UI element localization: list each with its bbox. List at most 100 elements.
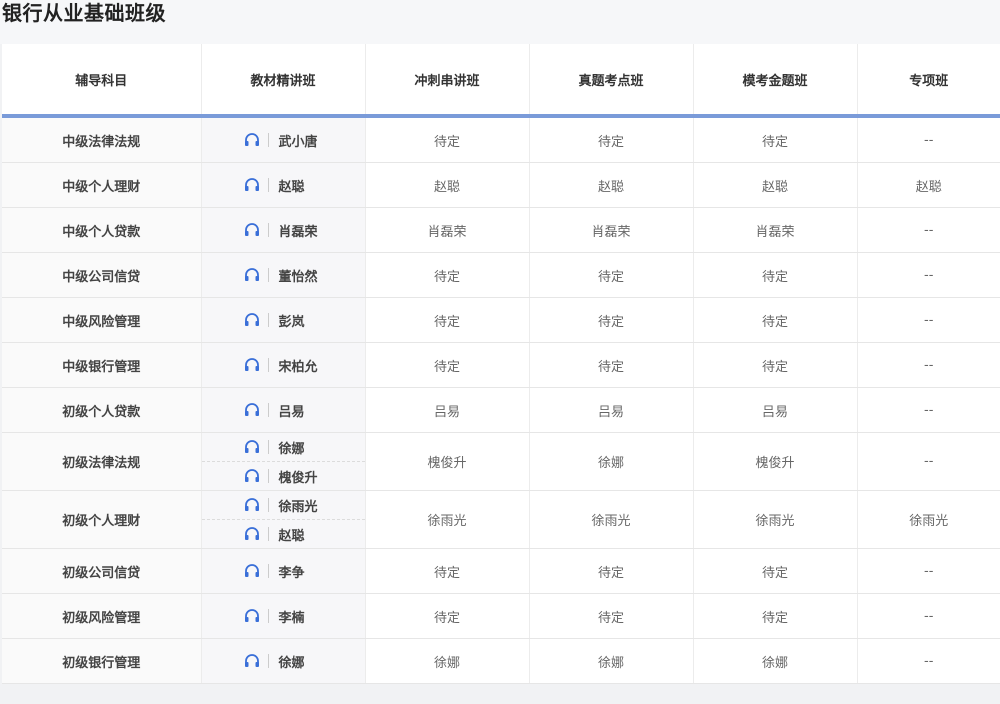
sprint-class-cell: 待定 bbox=[365, 252, 530, 298]
subject-cell: 中级风险管理 bbox=[2, 297, 202, 343]
teacher-name: 宋柏允 bbox=[278, 359, 318, 375]
headphones-icon[interactable] bbox=[244, 223, 260, 237]
mock-class-cell: 待定 bbox=[693, 252, 858, 298]
sprint-class-cell: 徐娜 bbox=[365, 638, 530, 684]
table-body: 中级法律法规 武小唐 待定 待定 待定 -- 中级个人理财 赵聪 赵聪 赵聪 赵聪 赵聪 中级个人贷款肖… bbox=[2, 116, 1000, 684]
special-class-cell: -- bbox=[857, 548, 1000, 594]
textbook-teacher-cell: 李楠 bbox=[201, 593, 366, 639]
divider bbox=[267, 133, 269, 147]
mock-class-cell: 肖磊荣 bbox=[693, 207, 858, 253]
sprint-class-cell: 待定 bbox=[365, 116, 530, 163]
teacher-entry[interactable]: 槐俊升 bbox=[201, 461, 365, 490]
sprint-class-cell: 待定 bbox=[365, 593, 530, 639]
table-row: 中级个人理财 赵聪 赵聪 赵聪 赵聪 赵聪 bbox=[2, 162, 1000, 208]
header-textbook-class: 教材精讲班 bbox=[201, 44, 366, 118]
divider bbox=[267, 403, 269, 417]
special-class-cell: -- bbox=[857, 252, 1000, 298]
special-class-cell: 赵聪 bbox=[857, 162, 1000, 208]
teacher-entry[interactable]: 徐雨光 bbox=[202, 491, 365, 519]
teacher-name: 槐俊升 bbox=[278, 470, 318, 486]
headphones-icon[interactable] bbox=[244, 358, 260, 372]
sprint-class-cell: 待定 bbox=[365, 548, 530, 594]
teacher-entry[interactable]: 李争 bbox=[202, 549, 365, 593]
headphones-icon[interactable] bbox=[244, 527, 260, 541]
table-row: 中级风险管理 彭岚 待定 待定 待定 -- bbox=[2, 297, 1000, 343]
sprint-class-cell: 肖磊荣 bbox=[365, 207, 530, 253]
page-title: 银行从业基础班级 bbox=[2, 1, 166, 25]
teacher-entry[interactable]: 宋柏允 bbox=[202, 343, 365, 387]
table-row: 初级风险管理 李楠 待定 待定 待定 -- bbox=[2, 593, 1000, 639]
exam-class-cell: 待定 bbox=[529, 548, 694, 594]
sprint-class-cell: 赵聪 bbox=[365, 162, 530, 208]
headphones-icon[interactable] bbox=[244, 498, 260, 512]
divider bbox=[267, 498, 269, 512]
mock-class-cell: 待定 bbox=[693, 342, 858, 388]
subject-cell: 初级公司信贷 bbox=[2, 548, 202, 594]
exam-class-cell: 徐雨光 bbox=[529, 490, 694, 549]
textbook-teacher-cell: 武小唐 bbox=[201, 116, 366, 163]
title-bar: 银行从业基础班级 bbox=[0, 0, 1000, 44]
class-schedule-table-container: 辅导科目 教材精讲班 冲刺串讲班 真题考点班 模考金题班 专项班 中级法律法规 武… bbox=[2, 44, 1000, 684]
sprint-class-cell: 槐俊升 bbox=[365, 432, 530, 491]
subject-cell: 初级个人贷款 bbox=[2, 387, 202, 433]
exam-class-cell: 待定 bbox=[529, 593, 694, 639]
header-subject: 辅导科目 bbox=[2, 44, 202, 118]
divider bbox=[267, 223, 269, 237]
special-class-cell: -- bbox=[857, 342, 1000, 388]
teacher-entry[interactable]: 吕易 bbox=[202, 388, 365, 432]
subject-cell: 中级银行管理 bbox=[2, 342, 202, 388]
textbook-teacher-cell: 李争 bbox=[201, 548, 366, 594]
teacher-entry[interactable]: 徐娜 bbox=[202, 639, 365, 683]
teacher-name: 武小唐 bbox=[278, 134, 318, 150]
headphones-icon[interactable] bbox=[244, 564, 260, 578]
divider bbox=[267, 358, 269, 372]
headphones-icon[interactable] bbox=[244, 313, 260, 327]
exam-class-cell: 待定 bbox=[529, 116, 694, 163]
teacher-entry[interactable]: 赵聪 bbox=[201, 519, 365, 548]
teacher-entry[interactable]: 李楠 bbox=[202, 594, 365, 638]
headphones-icon[interactable] bbox=[244, 178, 260, 192]
headphones-icon[interactable] bbox=[244, 469, 260, 483]
special-class-cell: -- bbox=[857, 297, 1000, 343]
textbook-teacher-cell: 徐娜 bbox=[201, 638, 366, 684]
teacher-name: 赵聪 bbox=[278, 179, 305, 195]
table-row: 初级个人理财 徐雨光 赵聪 徐雨光 徐雨光 徐雨光 徐雨光 bbox=[2, 490, 1000, 549]
teacher-name: 李争 bbox=[278, 565, 305, 581]
teacher-entry[interactable]: 彭岚 bbox=[202, 298, 365, 342]
mock-class-cell: 槐俊升 bbox=[693, 432, 858, 491]
mock-class-cell: 吕易 bbox=[693, 387, 858, 433]
table-row: 初级银行管理 徐娜 徐娜 徐娜 徐娜 -- bbox=[2, 638, 1000, 684]
special-class-cell: -- bbox=[857, 207, 1000, 253]
subject-cell: 中级个人贷款 bbox=[2, 207, 202, 253]
divider bbox=[267, 564, 269, 578]
subject-cell: 中级法律法规 bbox=[2, 116, 202, 163]
textbook-teacher-cell: 徐娜槐俊升 bbox=[201, 432, 366, 491]
headphones-icon[interactable] bbox=[244, 133, 260, 147]
teacher-entry[interactable]: 武小唐 bbox=[202, 118, 365, 162]
special-class-cell: -- bbox=[857, 432, 1000, 491]
teacher-entry[interactable]: 徐娜 bbox=[202, 433, 365, 461]
headphones-icon[interactable] bbox=[244, 268, 260, 282]
mock-class-cell: 待定 bbox=[693, 548, 858, 594]
exam-class-cell: 待定 bbox=[529, 252, 694, 298]
headphones-icon[interactable] bbox=[244, 654, 260, 668]
table-row: 中级银行管理 宋柏允 待定 待定 待定 -- bbox=[2, 342, 1000, 388]
table-row: 中级法律法规 武小唐 待定 待定 待定 -- bbox=[2, 116, 1000, 163]
table-header-row: 辅导科目 教材精讲班 冲刺串讲班 真题考点班 模考金题班 专项班 bbox=[2, 44, 1000, 118]
teacher-name: 李楠 bbox=[278, 610, 305, 626]
mock-class-cell: 徐娜 bbox=[693, 638, 858, 684]
special-class-cell: -- bbox=[857, 116, 1000, 163]
teacher-entry[interactable]: 董怡然 bbox=[202, 253, 365, 297]
teacher-entry[interactable]: 赵聪 bbox=[202, 163, 365, 207]
divider bbox=[267, 527, 269, 541]
header-sprint-class: 冲刺串讲班 bbox=[365, 44, 530, 118]
headphones-icon[interactable] bbox=[244, 403, 260, 417]
headphones-icon[interactable] bbox=[244, 440, 260, 454]
teacher-name: 赵聪 bbox=[278, 528, 305, 544]
headphones-icon[interactable] bbox=[244, 609, 260, 623]
teacher-entry[interactable]: 肖磊荣 bbox=[202, 208, 365, 252]
sprint-class-cell: 徐雨光 bbox=[365, 490, 530, 549]
textbook-teacher-cell: 宋柏允 bbox=[201, 342, 366, 388]
mock-class-cell: 徐雨光 bbox=[693, 490, 858, 549]
teacher-name: 董怡然 bbox=[278, 269, 318, 285]
